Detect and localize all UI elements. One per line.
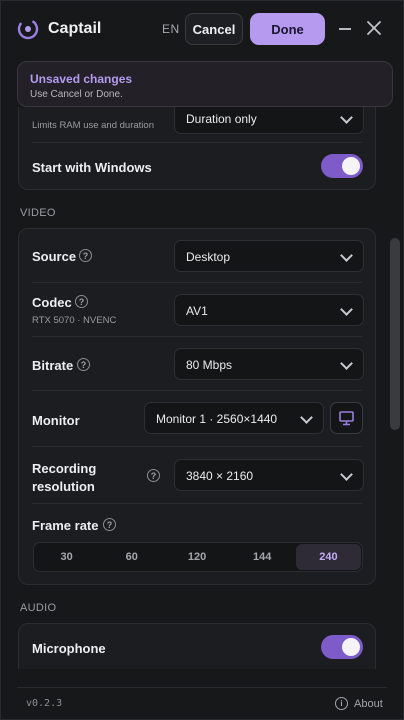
bitrate-label: Bitrate	[32, 358, 74, 373]
help-icon[interactable]: ?	[147, 469, 160, 482]
scrollbar[interactable]	[390, 238, 400, 430]
divider	[32, 336, 362, 337]
toggle-knob	[342, 157, 360, 175]
unsaved-changes-banner: Unsaved changes Use Cancel or Done.	[17, 61, 393, 107]
chevron-down-icon	[340, 111, 353, 124]
limit-select-value: Duration only	[186, 112, 257, 126]
section-title-audio: AUDIO	[20, 602, 57, 614]
frame-rate-segmented-control: 30 60 120 144 240	[33, 542, 363, 572]
codec-select-value: AV1	[186, 304, 208, 318]
monitor-select-value: Monitor 1 · 2560×1440	[156, 412, 278, 426]
help-icon[interactable]: ?	[77, 358, 90, 371]
source-select[interactable]: Desktop	[174, 240, 364, 272]
start-with-windows-label: Start with Windows	[32, 160, 152, 175]
help-icon[interactable]: ?	[75, 295, 88, 308]
frame-rate-option-selected[interactable]: 240	[295, 544, 362, 570]
monitor-icon	[339, 411, 354, 426]
frame-rate-option[interactable]: 144	[230, 543, 295, 571]
limit-select[interactable]: Duration only	[174, 107, 364, 134]
chevron-down-icon	[340, 357, 353, 370]
app-logo-icon	[17, 18, 39, 40]
frame-rate-option[interactable]: 60	[99, 543, 164, 571]
divider	[32, 446, 362, 447]
toggle-knob	[342, 638, 360, 656]
codec-label: Codec	[32, 295, 72, 310]
microphone-label: Microphone	[32, 641, 106, 656]
close-icon[interactable]	[366, 20, 382, 36]
banner-title: Unsaved changes	[30, 72, 133, 86]
language-toggle[interactable]: EN	[162, 22, 180, 36]
microphone-toggle[interactable]	[321, 635, 363, 659]
help-icon[interactable]: ?	[103, 518, 116, 531]
help-icon[interactable]: ?	[79, 249, 92, 262]
chevron-down-icon	[340, 468, 353, 481]
monitor-select[interactable]: Monitor 1 · 2560×1440	[144, 402, 324, 434]
resolution-label-line2: resolution	[32, 479, 95, 494]
chevron-down-icon	[340, 249, 353, 262]
source-label: Source	[32, 249, 77, 264]
app-title: Captail	[48, 20, 102, 37]
start-with-windows-toggle[interactable]	[321, 154, 363, 178]
codec-select[interactable]: AV1	[174, 294, 364, 326]
section-title-video: VIDEO	[20, 207, 56, 219]
minimize-icon[interactable]	[339, 28, 351, 30]
version-label: v0.2.3	[26, 698, 63, 709]
frame-rate-option[interactable]: 120	[164, 543, 229, 571]
settings-scroll-area[interactable]: Limits RAM use and duration Duration onl…	[1, 107, 403, 669]
frame-rate-label: Frame rate	[32, 518, 99, 533]
monitor-label: Monitor	[32, 413, 80, 428]
chevron-down-icon	[300, 411, 313, 424]
about-label: About	[354, 697, 383, 710]
footer-divider	[17, 687, 387, 688]
cancel-button[interactable]: Cancel	[185, 13, 243, 45]
limit-row-subtitle: Limits RAM use and duration	[32, 120, 154, 131]
bitrate-select-value: 80 Mbps	[186, 358, 233, 372]
general-card: Limits RAM use and duration Duration onl…	[18, 107, 376, 190]
resolution-select-value: 3840 × 2160	[186, 469, 254, 483]
bitrate-select[interactable]: 80 Mbps	[174, 348, 364, 380]
video-card: Source ? Desktop Codec ? RTX 5070 · NVEN…	[18, 228, 376, 585]
divider	[32, 282, 362, 283]
divider	[32, 390, 362, 391]
settings-window: Captail EN Cancel Done Unsaved changes U…	[0, 0, 404, 720]
codec-subtitle: RTX 5070 · NVENC	[32, 315, 117, 326]
chevron-down-icon	[340, 303, 353, 316]
about-link[interactable]: i About	[335, 697, 383, 710]
divider	[32, 503, 362, 504]
source-select-value: Desktop	[186, 250, 231, 264]
info-icon: i	[335, 697, 348, 710]
audio-card: Microphone	[18, 623, 376, 669]
banner-subtitle: Use Cancel or Done.	[30, 89, 123, 100]
title-bar: Captail EN Cancel Done	[1, 1, 403, 57]
identify-monitor-button[interactable]	[330, 402, 363, 434]
frame-rate-option[interactable]: 30	[34, 543, 99, 571]
resolution-select[interactable]: 3840 × 2160	[174, 459, 364, 491]
divider	[32, 142, 362, 143]
resolution-label-line1: Recording	[32, 461, 97, 476]
done-button[interactable]: Done	[250, 13, 325, 45]
